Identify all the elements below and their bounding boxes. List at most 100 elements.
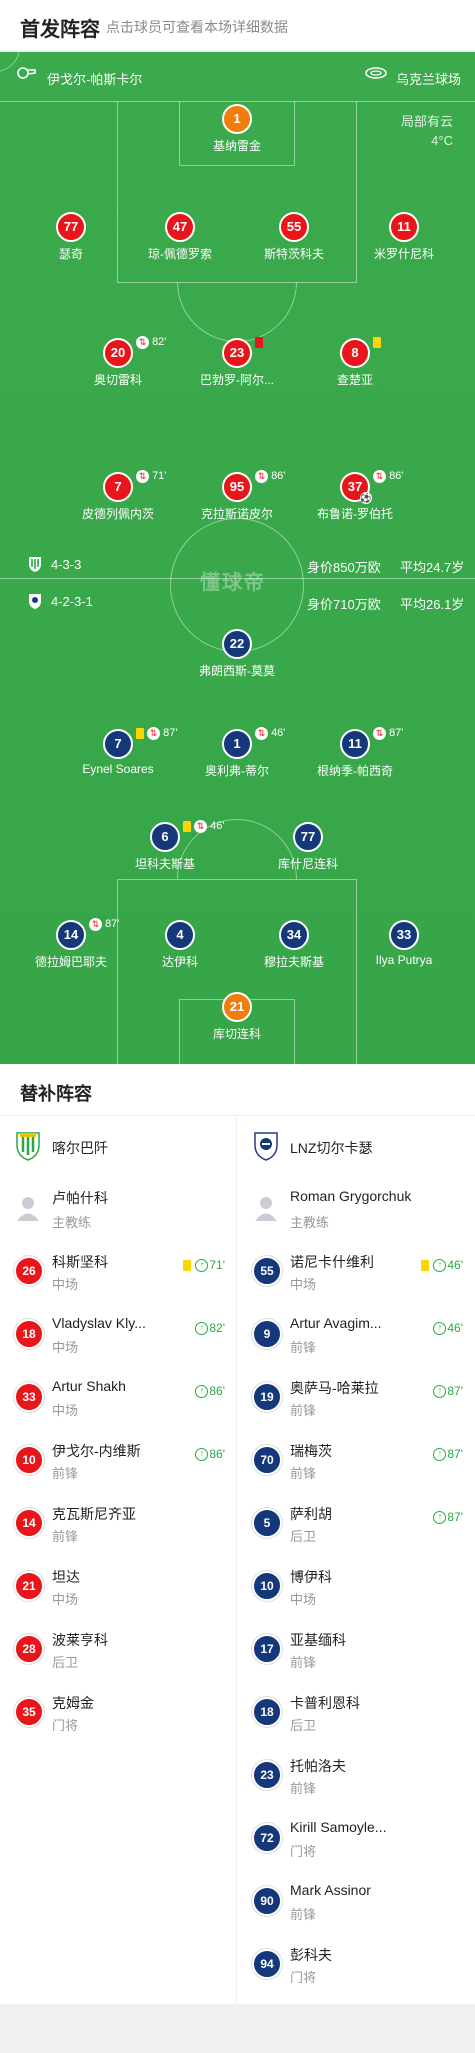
sub-position: 前锋 (290, 1340, 317, 1355)
sub-on-icon: ↑ (195, 1448, 209, 1462)
away-team-line[interactable]: LNZ切尔卡瑟 (238, 1116, 475, 1176)
player-name: 皮德列佩内茨 (81, 507, 154, 521)
sub-on-minute: 87' (447, 1510, 463, 1524)
player-name: 库什尼连科 (277, 857, 338, 871)
yellow-card-icon (183, 1260, 192, 1272)
sub-player-row[interactable]: 9 Artur Avagim... 前锋 ↑ 46' (238, 1309, 475, 1365)
player-events (255, 335, 263, 349)
sub-player-row[interactable]: 10 博伊科 中场 (238, 1561, 475, 1617)
sub-events: ↑ 71' (183, 1258, 225, 1273)
sub-number: 14 (14, 1508, 44, 1538)
away-player[interactable]: 14 ⇅ 87' 德拉姆巴耶夫 (11, 917, 131, 970)
away-player[interactable]: 6 ⇅ 46' 坦科夫斯基 (105, 819, 225, 872)
away-player[interactable]: 77 库什尼连科 (248, 822, 368, 872)
sub-player-row[interactable]: 94 彭科夫 门将 (238, 1939, 475, 1995)
sub-name: 博伊科 (290, 1569, 332, 1585)
sub-on-icon: ↑ (433, 1322, 447, 1336)
away-subs-column: LNZ切尔卡瑟 Roman Grygorchuk 主教练 55 诺尼卡什维利 中… (238, 1116, 475, 2004)
sub-player-row[interactable]: 18 Vladyslav Kly... 中场 ↑ 82' (0, 1309, 237, 1365)
sub-minute: 82' (152, 336, 167, 348)
player-name: 基纳雷金 (212, 139, 261, 153)
subs-header: 替补阵容 (0, 1064, 475, 1116)
home-player[interactable]: 11 米罗什尼科 (344, 212, 464, 262)
player-number: 1 (222, 729, 252, 759)
coach-name: Roman Grygorchuk (290, 1188, 412, 1204)
sub-player-row[interactable]: 26 科斯坚科 中场 ↑ 71' (0, 1246, 237, 1302)
sub-player-row[interactable]: 5 萨利胡 后卫 ↑ 87' (238, 1498, 475, 1554)
sub-position: 中场 (290, 1592, 317, 1607)
player-events: ⇅ 71' (136, 469, 166, 483)
sub-player-row[interactable]: 33 Artur Shakh 中场 ↑ 86' (0, 1372, 237, 1428)
sub-off-icon: ⇅ (255, 726, 268, 740)
sub-player-row[interactable]: 17 亚基缅科 前锋 (238, 1624, 475, 1680)
sub-position: 门将 (52, 1718, 79, 1733)
home-player[interactable]: 55 斯特茨科夫 (234, 212, 354, 262)
away-player[interactable]: 21 库切连科 (177, 992, 297, 1042)
player-number: 47 (165, 212, 195, 242)
sub-player-row[interactable]: 14 克瓦斯尼齐亚 前锋 (0, 1498, 237, 1554)
home-player[interactable]: 7 ⇅ 71' 皮德列佩内茨 (58, 469, 178, 522)
player-name: 达伊科 (161, 955, 198, 969)
away-player[interactable]: 22 弗朗西斯-莫莫 (177, 629, 297, 679)
sub-events: ↑ 86' (195, 1447, 225, 1462)
sub-player-row[interactable]: 90 Mark Assinor 前锋 (238, 1876, 475, 1932)
lineup-header: 首发阵容 点击球员可查看本场详细数据 (0, 0, 475, 50)
away-player[interactable]: 4 达伊科 (120, 920, 240, 970)
sub-position: 前锋 (290, 1907, 317, 1922)
sub-name: 坦达 (52, 1569, 80, 1585)
home-player[interactable]: 77 瑟奇 (11, 212, 131, 262)
sub-player-row[interactable]: 55 诺尼卡什维利 中场 ↑ 46' (238, 1246, 475, 1302)
home-player[interactable]: 8 查楚亚 (295, 336, 415, 388)
sub-player-row[interactable]: 18 卡普利恩科 后卫 (238, 1687, 475, 1743)
sub-position: 前锋 (290, 1781, 317, 1796)
sub-player-row[interactable]: 70 瑞梅茨 前锋 ↑ 87' (238, 1435, 475, 1491)
sub-off-icon: ⇅ (147, 726, 161, 740)
player-number: 23 (222, 338, 252, 368)
home-player[interactable]: 95 ⇅ 86' 克拉斯诺皮尔 (177, 469, 297, 522)
sub-position: 中场 (290, 1277, 317, 1292)
sub-on-icon: ↑ (195, 1385, 209, 1399)
page-title: 首发阵容 (20, 19, 100, 41)
player-events: ⇅ 82' (136, 335, 166, 349)
pitch: 伊戈尔-帕斯卡尔 乌克兰球场 局部有云 4°C 懂球帝 1 基纳雷金 77 瑟奇… (0, 52, 475, 1064)
away-coach[interactable]: Roman Grygorchuk 主教练 (238, 1182, 475, 1238)
sub-player-row[interactable]: 19 奥萨马-哈莱拉 前锋 ↑ 87' (238, 1372, 475, 1428)
sub-player-row[interactable]: 35 克姆金 门将 (0, 1687, 237, 1743)
away-player[interactable]: 33 Ilya Putrya (344, 920, 464, 967)
sub-name: 克姆金 (52, 1695, 94, 1711)
sub-number: 70 (252, 1445, 282, 1475)
player-name: Eynel Soares (82, 762, 154, 776)
sub-player-row[interactable]: 21 坦达 中场 (0, 1561, 237, 1617)
sub-player-row[interactable]: 72 Kirill Samoyle... 门将 (238, 1813, 475, 1869)
home-team-line[interactable]: 喀尔巴阡 (0, 1116, 237, 1176)
sub-number: 17 (252, 1634, 282, 1664)
away-player[interactable]: 11 ⇅ 87' 根纳季-帕西奇 (295, 726, 415, 779)
player-number: 33 (389, 920, 419, 950)
sub-events: ↑ 46' (433, 1321, 463, 1336)
home-player[interactable]: 47 琼-佩德罗索 (120, 212, 240, 262)
stadium-name: 乌克兰球场 (396, 72, 462, 87)
away-player[interactable]: 1 ⇅ 46' 奥利弗-蒂尔 (177, 726, 297, 779)
away-player[interactable]: 34 穆拉夫斯基 (234, 920, 354, 970)
sub-player-row[interactable]: 10 伊戈尔-内维斯 前锋 ↑ 86' (0, 1435, 237, 1491)
player-name: 坦科夫斯基 (134, 857, 195, 871)
away-formation-row: 4-2-3-1 身价710万欧 平均26.1岁 (0, 589, 475, 613)
sub-events: ↑ 87' (433, 1510, 463, 1525)
away-player[interactable]: 7 ⇅ 87' Eynel Soares (58, 726, 178, 776)
sub-player-row[interactable]: 28 波莱亨科 后卫 (0, 1624, 237, 1680)
home-player[interactable]: 20 ⇅ 82' 奥切雷科 (58, 335, 178, 388)
player-number: 37 ⚽ (340, 472, 372, 504)
sub-player-row[interactable]: 23 托帕洛夫 前锋 (238, 1750, 475, 1806)
home-player[interactable]: 37 ⚽ ⇅ 86' 布鲁诺-罗伯托 (295, 469, 415, 522)
sub-name: 科斯坚科 (52, 1254, 108, 1270)
sub-off-icon: ⇅ (89, 917, 102, 931)
home-formation: 4-3-3 (51, 557, 82, 572)
home-coach[interactable]: 卢帕什科 主教练 (0, 1182, 237, 1238)
sub-number: 55 (252, 1256, 282, 1286)
sub-number: 10 (14, 1445, 44, 1475)
home-player[interactable]: 23 巴勃罗-阿尔... (177, 335, 297, 388)
home-player[interactable]: 1 基纳雷金 (177, 104, 297, 154)
player-number: 11 (389, 212, 419, 242)
player-number: 7 (103, 729, 133, 759)
sub-on-icon: ↑ (195, 1259, 209, 1273)
